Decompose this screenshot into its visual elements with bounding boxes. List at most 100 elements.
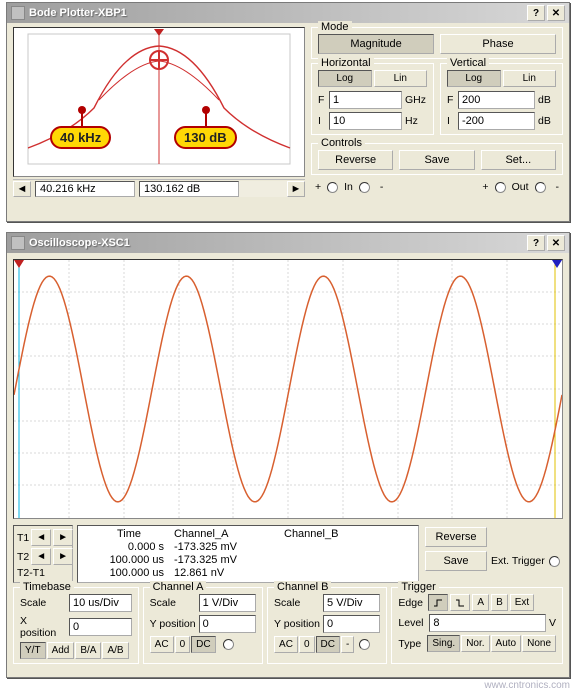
tb-scale-input[interactable]: 10 us/Div: [69, 594, 132, 612]
chB-jack-radio[interactable]: [359, 639, 370, 650]
ext-trigger-label: Ext. Trigger: [491, 555, 545, 567]
set-button[interactable]: Set...: [481, 150, 556, 170]
vertical-group: Vertical Log Lin F 200 dB I -200 dB: [440, 63, 563, 135]
h-log-button[interactable]: Log: [318, 70, 372, 87]
chA-jack-radio[interactable]: [223, 639, 234, 650]
chB-dc-button[interactable]: DC: [316, 636, 340, 653]
trig-nor-button[interactable]: Nor.: [461, 635, 489, 652]
h-F-input[interactable]: 1: [329, 91, 402, 109]
chB-scale-label: Scale: [274, 597, 320, 609]
trig-auto-button[interactable]: Auto: [491, 635, 522, 652]
bode-plot[interactable]: 40 kHz 130 dB: [13, 27, 305, 177]
v-lin-button[interactable]: Lin: [503, 70, 557, 87]
mode-legend: Mode: [318, 21, 352, 33]
phase-button[interactable]: Phase: [440, 34, 556, 54]
h-lin-button[interactable]: Lin: [374, 70, 428, 87]
scope-reverse-button[interactable]: Reverse: [425, 527, 487, 547]
bode-title: Bode Plotter-XBP1: [29, 7, 525, 19]
io-in-plus-radio[interactable]: [327, 182, 338, 193]
chB-ac-button[interactable]: AC: [274, 636, 298, 653]
save-button[interactable]: Save: [399, 150, 474, 170]
trigger-legend: Trigger: [398, 581, 438, 593]
scope-titlebar[interactable]: Oscilloscope-XSC1 ? ✕: [7, 233, 569, 253]
chA-scale-input[interactable]: 1 V/Div: [199, 594, 256, 612]
chB-ypos-label: Y position: [274, 618, 320, 630]
bode-hscroll[interactable]: ◄ 40.216 kHz 130.162 dB ►: [13, 179, 305, 197]
trig-sing-button[interactable]: Sing.: [427, 635, 460, 652]
chB-group: Channel B Scale 5 V/Div Y position 0 AC …: [267, 587, 387, 664]
scope-close-button[interactable]: ✕: [547, 235, 565, 251]
bode-help-button[interactable]: ?: [527, 5, 545, 21]
trig-A-button[interactable]: A: [472, 594, 489, 611]
h-F-label: F: [318, 94, 326, 106]
t2-left-button[interactable]: ◄: [31, 548, 51, 565]
t1-label: T1: [17, 532, 29, 544]
scope-screen[interactable]: [13, 259, 563, 519]
r2-time: 100.000 us: [84, 554, 174, 567]
trig-rise-button[interactable]: [428, 594, 448, 611]
bode-titlebar[interactable]: Bode Plotter-XBP1 ? ✕: [7, 3, 569, 23]
io-out-minus-radio[interactable]: [535, 182, 546, 193]
chA-dc-button[interactable]: DC: [191, 636, 215, 653]
chA-scale-label: Scale: [150, 597, 196, 609]
chB-ypos-input[interactable]: 0: [323, 615, 380, 633]
trig-level-label: Level: [398, 617, 426, 629]
chB-zero-button[interactable]: 0: [299, 636, 315, 653]
r3-time: 100.000 us: [84, 567, 174, 580]
trig-none-button[interactable]: None: [522, 635, 556, 652]
t1-left-button[interactable]: ◄: [31, 529, 51, 546]
bode-scroll-left-icon[interactable]: ◄: [13, 181, 31, 197]
chB-scale-input[interactable]: 5 V/Div: [323, 594, 380, 612]
tb-ab-button[interactable]: A/B: [102, 642, 128, 659]
trigger-group: Trigger Edge A B Ext Level 8 V Type Sing…: [391, 587, 563, 664]
io-in-label: In: [344, 181, 353, 193]
chA-ypos-input[interactable]: 0: [199, 615, 256, 633]
tb-yt-button[interactable]: Y/T: [20, 642, 46, 659]
v-I-input[interactable]: -200: [458, 112, 535, 130]
reverse-button[interactable]: Reverse: [318, 150, 393, 170]
trig-fall-button[interactable]: [450, 594, 470, 611]
hdr-chB: Channel_B: [284, 528, 338, 541]
scope-save-button[interactable]: Save: [425, 551, 487, 571]
trig-Ext-button[interactable]: Ext: [510, 594, 534, 611]
r3-a: 12.861 nV: [174, 567, 284, 580]
t2-right-button[interactable]: ►: [53, 548, 73, 565]
ext-trigger-radio[interactable]: [549, 556, 560, 567]
chA-legend: Channel A: [150, 581, 207, 593]
cursor-readout: Time Channel_A Channel_B 0.000 s -173.32…: [77, 525, 419, 583]
io-plus-in: +: [315, 181, 321, 193]
bode-scroll-right-icon[interactable]: ►: [287, 181, 305, 197]
scope-title: Oscilloscope-XSC1: [29, 237, 525, 249]
h-I-input[interactable]: 10: [329, 112, 402, 130]
bode-window: Bode Plotter-XBP1 ? ✕: [6, 2, 570, 222]
r1-a: -173.325 mV: [174, 541, 284, 554]
tb-ba-button[interactable]: B/A: [75, 642, 101, 659]
h-F-unit: GHz: [405, 94, 427, 106]
tb-add-button[interactable]: Add: [47, 642, 75, 659]
tb-xpos-input[interactable]: 0: [69, 618, 132, 636]
chB-legend: Channel B: [274, 581, 331, 593]
trig-B-button[interactable]: B: [491, 594, 508, 611]
watermark: www.cntronics.com: [484, 680, 570, 691]
io-plus-out: +: [482, 181, 488, 193]
v-F-unit: dB: [538, 94, 556, 106]
scope-help-button[interactable]: ?: [527, 235, 545, 251]
scope-app-icon: [11, 236, 25, 250]
hdr-chA: Channel_A: [174, 528, 284, 541]
vertical-legend: Vertical: [447, 57, 489, 69]
bode-close-button[interactable]: ✕: [547, 5, 565, 21]
v-F-input[interactable]: 200: [458, 91, 535, 109]
trig-level-unit: V: [549, 617, 556, 629]
chB-inv-button[interactable]: -: [341, 636, 354, 653]
timebase-legend: Timebase: [20, 581, 74, 593]
trig-type-label: Type: [398, 638, 426, 650]
scope-svg: [14, 260, 562, 518]
io-out-plus-radio[interactable]: [495, 182, 506, 193]
io-in-minus-radio[interactable]: [359, 182, 370, 193]
v-log-button[interactable]: Log: [447, 70, 501, 87]
chA-zero-button[interactable]: 0: [175, 636, 191, 653]
trig-level-input[interactable]: 8: [429, 614, 546, 632]
chA-ac-button[interactable]: AC: [150, 636, 174, 653]
t1-right-button[interactable]: ►: [53, 529, 73, 546]
magnitude-button[interactable]: Magnitude: [318, 34, 434, 54]
